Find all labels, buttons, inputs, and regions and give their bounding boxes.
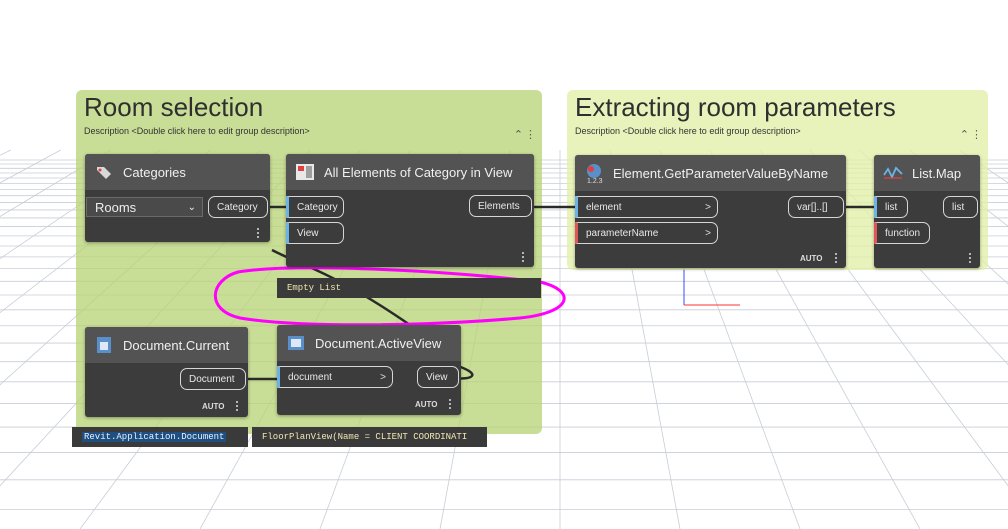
document-icon: [93, 334, 115, 356]
node-title: Categories: [123, 164, 186, 180]
port-label: element: [586, 202, 622, 213]
parameter-icon: 1.2.3: [583, 162, 605, 185]
input-port-document[interactable]: document >: [277, 366, 393, 388]
dropdown-value: Rooms: [95, 200, 137, 215]
node-title: Document.ActiveView: [315, 335, 442, 351]
lacing-label[interactable]: AUTO: [415, 400, 438, 409]
node-menu-icon[interactable]: [522, 250, 526, 264]
chevron-right-icon: >: [705, 228, 711, 239]
category-dropdown[interactable]: Rooms ⌄: [86, 197, 203, 217]
icon-badge: 1.2.3: [587, 178, 603, 185]
preview-bubble-document-activeview: FloorPlanView(Name = CLIENT COORDINATI: [252, 427, 487, 447]
chevron-right-icon: >: [705, 202, 711, 213]
chevron-right-icon: >: [380, 372, 386, 383]
node-title: All Elements of Category in View: [324, 164, 513, 180]
preview-bubble-all-elements: Empty List: [277, 278, 541, 298]
node-menu-icon[interactable]: [835, 251, 839, 265]
node-header[interactable]: List.Map: [874, 155, 980, 191]
port-label: document: [288, 372, 332, 383]
input-port-function[interactable]: function: [874, 222, 930, 244]
preview-text: Empty List: [287, 283, 342, 293]
node-title: Document.Current: [123, 337, 230, 353]
view-icon: [285, 332, 307, 354]
node-menu-icon[interactable]: [236, 399, 240, 413]
output-port-elements[interactable]: Elements: [469, 195, 532, 217]
input-port-view[interactable]: View: [286, 222, 344, 244]
node-all-elements-of-category-in-view[interactable]: All Elements of Category in View Categor…: [286, 154, 534, 267]
output-port-view[interactable]: View: [417, 366, 459, 388]
elements-icon: [294, 161, 316, 183]
output-port-category[interactable]: Category: [208, 196, 268, 218]
node-element-getparametervaluebyname[interactable]: 1.2.3 Element.GetParameterValueByName el…: [575, 155, 846, 268]
node-menu-icon[interactable]: [257, 226, 261, 240]
input-port-list[interactable]: list: [874, 196, 908, 218]
node-header[interactable]: Document.Current: [85, 327, 248, 363]
node-header[interactable]: All Elements of Category in View: [286, 154, 534, 190]
chevron-down-icon[interactable]: ⌄: [188, 198, 196, 218]
node-title: Element.GetParameterValueByName: [613, 165, 829, 181]
node-title: List.Map: [912, 165, 962, 181]
lacing-label[interactable]: AUTO: [800, 254, 823, 263]
node-list-map[interactable]: List.Map list function list: [874, 155, 980, 268]
node-header[interactable]: Document.ActiveView: [277, 325, 461, 361]
preview-text: FloorPlanView(Name = CLIENT COORDINATI: [262, 432, 468, 442]
tag-icon: [93, 161, 115, 183]
input-port-element[interactable]: element >: [575, 196, 718, 218]
preview-bubble-document-current: Revit.Application.Document: [72, 427, 248, 447]
input-port-parametername[interactable]: parameterName >: [575, 222, 718, 244]
input-port-category[interactable]: Category: [286, 196, 344, 218]
output-port-var[interactable]: var[]..[]: [788, 196, 844, 218]
output-port-list[interactable]: list: [943, 196, 978, 218]
node-header[interactable]: Categories: [85, 154, 270, 190]
lacing-label[interactable]: AUTO: [202, 402, 225, 411]
port-label: parameterName: [586, 228, 659, 239]
node-menu-icon[interactable]: [969, 251, 973, 265]
node-menu-icon[interactable]: [449, 397, 453, 411]
output-port-document[interactable]: Document: [180, 368, 246, 390]
list-map-icon: [882, 162, 904, 184]
node-document-activeview[interactable]: Document.ActiveView document > View AUTO: [277, 325, 461, 415]
node-header[interactable]: 1.2.3 Element.GetParameterValueByName: [575, 155, 846, 191]
preview-text: Revit.Application.Document: [82, 432, 227, 442]
node-categories[interactable]: Categories Rooms ⌄ Category: [85, 154, 270, 242]
node-document-current[interactable]: Document.Current Document AUTO: [85, 327, 248, 417]
